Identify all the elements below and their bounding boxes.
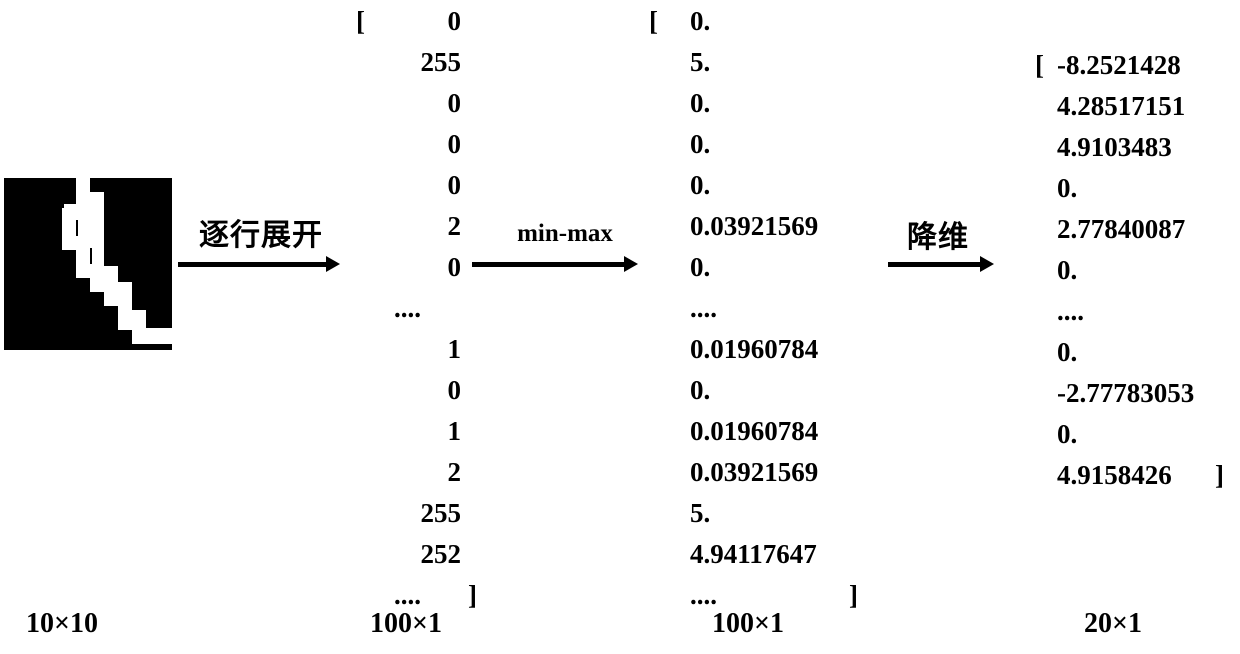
vector-value: 0.	[690, 170, 711, 200]
vector-value: 0	[447, 88, 462, 118]
vector-value: 2	[447, 457, 462, 487]
arrow-head	[980, 256, 994, 272]
bracket-open: [	[649, 6, 658, 36]
vector-value: 2.77840087	[1057, 214, 1186, 244]
vector-value: 255	[420, 47, 462, 77]
vector-value: 5.	[690, 498, 711, 528]
size-label-normalized: 100×1	[712, 608, 784, 639]
arrow-head	[624, 256, 638, 272]
vector-value: -2.77783053	[1057, 378, 1195, 408]
arrow-reduce	[888, 248, 996, 282]
vector-value: -8.2521428	[1057, 50, 1181, 80]
arrow-minmax	[472, 248, 640, 282]
vector-value: 0.03921569	[690, 211, 819, 241]
vector-value: 0.	[1057, 173, 1078, 203]
bracket-open: [	[1035, 50, 1044, 80]
vector-value: 0.	[1057, 337, 1078, 367]
bracket-close: ]	[1215, 460, 1224, 490]
vector-value: 4.9158426	[1057, 460, 1172, 490]
arrow-label-minmax: min-max	[517, 220, 613, 247]
vector-value: 0	[447, 170, 462, 200]
vector-value: 4.28517151	[1057, 91, 1186, 121]
vector-value: 255	[420, 498, 462, 528]
vector-value: 0.01960784	[690, 334, 819, 364]
vector-value: 0.	[690, 129, 711, 159]
vector-ellipsis: ....	[394, 580, 421, 610]
vector-value: 0.	[690, 375, 711, 405]
arrow-shaft	[888, 262, 982, 267]
size-label-reduced: 20×1	[1084, 608, 1142, 639]
vector-value: 0	[447, 6, 462, 36]
arrow-flatten	[178, 248, 342, 282]
size-label-source: 10×10	[26, 608, 98, 639]
vector-value: 0	[447, 129, 462, 159]
vector-value: 4.94117647	[690, 539, 817, 569]
vector-value: 1	[447, 334, 462, 364]
arrow-shaft	[472, 262, 626, 267]
vector-value: 0.	[690, 6, 711, 36]
vector-value: 0.	[690, 88, 711, 118]
bracket-close: ]	[849, 580, 858, 610]
vector-value: 0.	[690, 252, 711, 282]
vector-value: 252	[420, 539, 462, 569]
figure-canvas: 逐行展开 min-max 降维 [ 0 255 0 0 0 2 0 .... 1…	[0, 0, 1240, 654]
vector-value: 0.03921569	[690, 457, 819, 487]
vector-value: 0.	[1057, 255, 1078, 285]
vector-value: 0.	[1057, 419, 1078, 449]
vector-value: 1	[447, 416, 462, 446]
vector-value: 0.01960784	[690, 416, 819, 446]
vector-value: 5.	[690, 47, 711, 77]
vector-value: 4.9103483	[1057, 132, 1172, 162]
vector-ellipsis: ....	[690, 580, 717, 610]
arrow-shaft	[178, 262, 328, 267]
vector-value: 0	[447, 375, 462, 405]
arrow-head	[326, 256, 340, 272]
vector-value: 2	[447, 211, 462, 241]
vector-ellipsis: ....	[1057, 296, 1084, 326]
binary-digit-svg	[4, 178, 172, 350]
vector-ellipsis: ....	[394, 293, 421, 323]
size-label-raw-pixels: 100×1	[370, 608, 442, 639]
vector-ellipsis: ....	[690, 293, 717, 323]
vector-value: 0	[447, 252, 462, 282]
source-image	[4, 178, 172, 350]
bracket-close: ]	[468, 580, 477, 610]
